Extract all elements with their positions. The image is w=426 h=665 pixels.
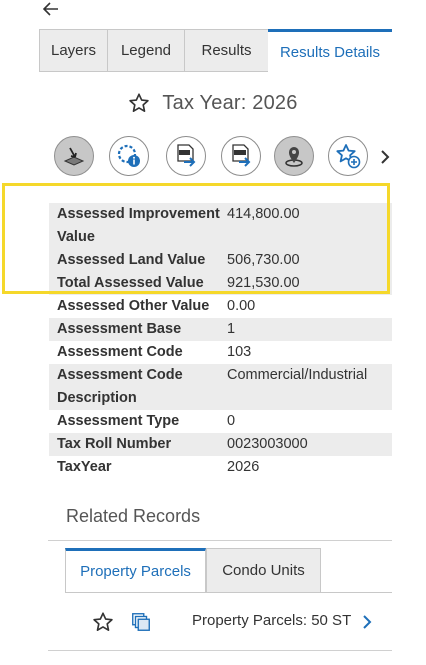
favorite-star-icon[interactable] (92, 611, 114, 633)
attr-key: Assessment Code (57, 344, 183, 360)
table-row: Assessment Code Description Commercial/I… (49, 364, 392, 410)
zoom-to-button[interactable] (54, 136, 94, 176)
attr-key: TaxYear (57, 459, 112, 475)
favorite-star-icon[interactable] (128, 92, 150, 114)
details-header: Tax Year: 2026 (0, 86, 426, 120)
attribute-table: Assessed Improvement Value 414,800.00 As… (49, 203, 392, 479)
attr-value: 0 (227, 413, 236, 429)
tab-condo-units[interactable]: Condo Units (206, 548, 321, 592)
attr-value: Commercial/Industrial (227, 367, 368, 383)
divider (48, 650, 392, 651)
tab-property-parcels[interactable]: Property Parcels (65, 548, 206, 592)
chevron-right-icon (381, 150, 390, 164)
table-row: Assessed Other Value 0.00 (49, 295, 392, 318)
divider (48, 540, 392, 541)
table-row: Assessment Type 0 (49, 410, 392, 433)
attr-key: Assessed Land Value (57, 252, 206, 268)
add-favorite-icon (336, 144, 361, 169)
attr-key: Assessed Other Value (57, 298, 210, 314)
details-title: Tax Year: 2026 (162, 91, 298, 114)
add-favorite-button[interactable] (328, 136, 368, 176)
table-row: Assessment Code 103 (49, 341, 392, 364)
attr-value: 921,530.00 (227, 275, 300, 291)
tab-results-details[interactable]: Results Details (268, 29, 392, 72)
tab-legend[interactable]: Legend (107, 29, 185, 71)
attr-value: 1 (227, 321, 236, 337)
related-records-title: Related Records (66, 506, 201, 526)
attr-value: 506,730.00 (227, 252, 300, 268)
tab-results[interactable]: Results (184, 29, 269, 71)
attr-key: Assessment Type (57, 413, 180, 429)
attr-key: Tax Roll Number (57, 436, 172, 452)
attr-value: 103 (227, 344, 252, 360)
table-row: Total Assessed Value 921,530.00 (49, 272, 392, 295)
details-toolbar (54, 136, 399, 178)
related-tabs: Property Parcels Condo Units (65, 548, 392, 593)
attr-value: 414,800.00 (227, 206, 300, 222)
export-csv-icon (177, 144, 196, 167)
attr-value: 0.00 (227, 298, 256, 314)
table-row: Assessed Improvement Value 414,800.00 (49, 203, 392, 249)
chevron-right-icon[interactable] (360, 612, 374, 632)
table-row: TaxYear 2026 (49, 456, 392, 479)
back-arrow-icon (43, 2, 58, 16)
export-xlsx-icon (232, 144, 251, 167)
multiple-records-icon[interactable] (130, 611, 152, 633)
attr-value: 0023003000 (227, 436, 308, 452)
table-row: Tax Roll Number 0023003000 (49, 433, 392, 456)
identify-button[interactable] (109, 136, 149, 176)
export-xlsx-button[interactable] (221, 136, 261, 176)
table-row: Assessed Land Value 506,730.00 (49, 249, 392, 272)
zoom-to-icon (63, 147, 85, 166)
related-record-row[interactable]: Property Parcels: 50 ST (48, 604, 392, 640)
related-record-label[interactable]: Property Parcels: 50 ST (192, 612, 351, 629)
pin-location-icon (285, 147, 303, 167)
panel-tabs: Layers Legend Results Results Details (39, 29, 392, 72)
attr-key: Assessment Code Description (57, 367, 183, 406)
pin-location-button[interactable] (274, 136, 314, 176)
identify-icon (117, 144, 140, 167)
attr-key: Assessment Base (57, 321, 182, 337)
attr-key: Assessed Improvement Value (57, 206, 220, 245)
back-button[interactable] (40, 0, 62, 18)
toolbar-next-button[interactable] (377, 147, 393, 167)
attr-value: 2026 (227, 459, 260, 475)
table-row: Assessment Base 1 (49, 318, 392, 341)
tab-layers[interactable]: Layers (39, 29, 108, 71)
export-csv-button[interactable] (166, 136, 206, 176)
attr-key: Total Assessed Value (57, 275, 204, 291)
